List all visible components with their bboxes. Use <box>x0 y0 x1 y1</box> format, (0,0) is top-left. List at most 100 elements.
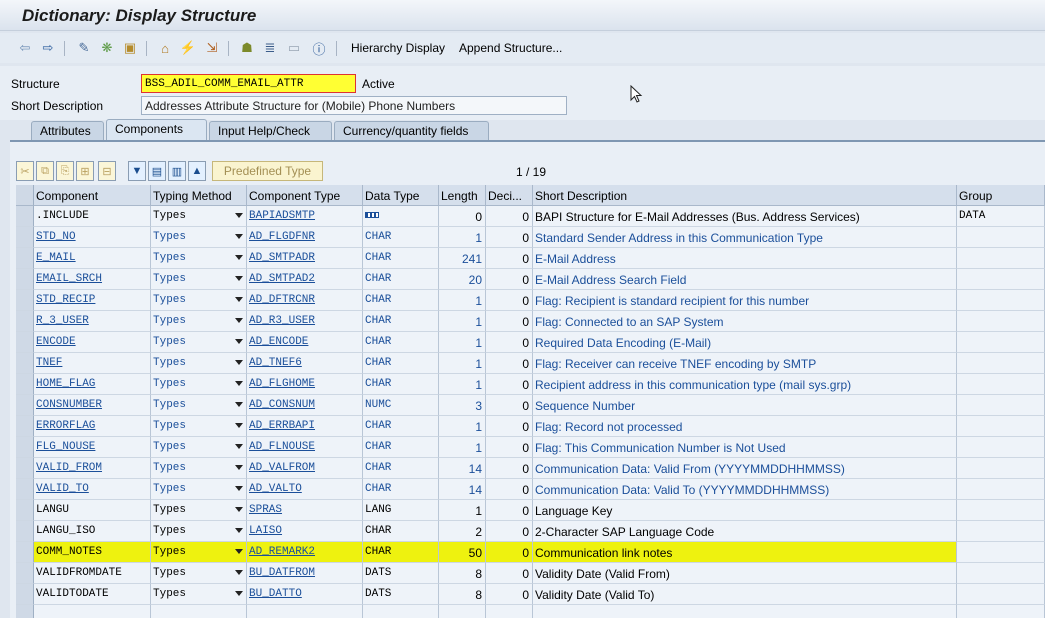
dropdown-arrow-icon[interactable] <box>235 423 243 428</box>
check-icon[interactable]: ❋ <box>99 40 115 56</box>
predefined-type-button[interactable]: Predefined Type <box>212 161 323 181</box>
component-type-cell[interactable]: BU_DATFROM <box>247 563 363 584</box>
component-type-cell[interactable]: AD_ENCODE <box>247 332 363 353</box>
dropdown-arrow-icon[interactable] <box>235 297 243 302</box>
component-cell[interactable]: STD_NO <box>34 227 151 248</box>
typing-method-cell[interactable]: Types <box>151 248 247 269</box>
row-selector[interactable] <box>16 500 34 521</box>
page-up-icon[interactable]: ▥ <box>168 161 186 181</box>
column-header[interactable]: Short Description <box>533 185 957 206</box>
column-header[interactable]: Component Type <box>247 185 363 206</box>
dropdown-arrow-icon[interactable] <box>235 276 243 281</box>
dropdown-arrow-icon[interactable] <box>235 213 243 218</box>
typing-method-cell[interactable]: Types <box>151 227 247 248</box>
column-header[interactable]: Deci... <box>486 185 533 206</box>
typing-method-cell[interactable]: Types <box>151 542 247 563</box>
dropdown-arrow-icon[interactable] <box>235 528 243 533</box>
delete-row-icon[interactable]: ⊟ <box>98 161 116 181</box>
column-header[interactable]: Data Type <box>363 185 439 206</box>
short-description-field[interactable]: Addresses Attribute Structure for (Mobil… <box>141 96 567 115</box>
append-structure-button[interactable]: Append Structure... <box>459 41 562 55</box>
navigate-icon[interactable]: ⇲ <box>204 40 220 56</box>
activate-icon[interactable]: ▣ <box>122 40 138 56</box>
component-cell[interactable]: COMM_NOTES <box>34 542 151 563</box>
row-selector[interactable] <box>16 458 34 479</box>
component-cell[interactable]: LANGU_ISO <box>34 521 151 542</box>
component-cell[interactable]: EMAIL_SRCH <box>34 269 151 290</box>
typing-method-cell[interactable]: Types <box>151 500 247 521</box>
structure-field[interactable]: BSS_ADIL_COMM_EMAIL_ATTR <box>141 74 356 93</box>
component-cell[interactable]: HOME_FLAG <box>34 374 151 395</box>
component-cell[interactable]: LANGU <box>34 500 151 521</box>
row-selector[interactable] <box>16 227 34 248</box>
row-selector[interactable] <box>16 521 34 542</box>
select-all-cell[interactable] <box>16 185 34 206</box>
row-selector[interactable] <box>16 605 34 618</box>
row-selector[interactable] <box>16 584 34 605</box>
scroll-down-icon[interactable]: ▼ <box>128 161 146 181</box>
component-type-cell[interactable]: AD_TNEF6 <box>247 353 363 374</box>
technical-settings-icon[interactable]: ≣ <box>262 40 278 56</box>
insert-row-icon[interactable]: ⊞ <box>76 161 94 181</box>
row-selector[interactable] <box>16 374 34 395</box>
back-arrow-icon[interactable]: ⇦ <box>17 40 33 56</box>
component-type-cell[interactable]: AD_R3_USER <box>247 311 363 332</box>
tab-currency-quantity-fields[interactable]: Currency/quantity fields <box>334 121 489 140</box>
row-selector[interactable] <box>16 311 34 332</box>
row-selector[interactable] <box>16 332 34 353</box>
tab-attributes[interactable]: Attributes <box>31 121 104 140</box>
dropdown-arrow-icon[interactable] <box>235 570 243 575</box>
component-type-cell[interactable]: AD_DFTRCNR <box>247 290 363 311</box>
display-change-icon[interactable]: ✎ <box>76 40 92 56</box>
component-cell[interactable]: TNEF <box>34 353 151 374</box>
row-selector[interactable] <box>16 479 34 500</box>
column-header[interactable]: Component <box>34 185 151 206</box>
where-used-icon[interactable]: ⌂ <box>157 40 173 56</box>
copy-icon[interactable]: ⧉ <box>36 161 54 181</box>
typing-method-cell[interactable]: Types <box>151 437 247 458</box>
component-cell[interactable]: FLG_NOUSE <box>34 437 151 458</box>
typing-method-cell[interactable]: Types <box>151 353 247 374</box>
typing-method-cell[interactable]: Types <box>151 584 247 605</box>
typing-method-cell[interactable]: Types <box>151 374 247 395</box>
component-type-cell[interactable]: AD_FLGHOME <box>247 374 363 395</box>
paste-icon[interactable]: ⎘ <box>56 161 74 181</box>
typing-method-cell[interactable]: Types <box>151 395 247 416</box>
component-cell[interactable]: .INCLUDE <box>34 206 151 227</box>
component-type-cell[interactable] <box>247 605 363 618</box>
typing-method-cell[interactable]: Types <box>151 206 247 227</box>
row-selector[interactable] <box>16 269 34 290</box>
dropdown-arrow-icon[interactable] <box>235 318 243 323</box>
typing-method-cell[interactable]: Types <box>151 416 247 437</box>
dropdown-arrow-icon[interactable] <box>235 549 243 554</box>
info-icon[interactable]: ⓘ <box>311 40 327 57</box>
row-selector[interactable] <box>16 353 34 374</box>
component-type-cell[interactable]: AD_FLGDFNR <box>247 227 363 248</box>
component-type-cell[interactable]: AD_SMTPADR <box>247 248 363 269</box>
component-type-cell[interactable]: AD_VALFROM <box>247 458 363 479</box>
typing-method-cell[interactable]: Types <box>151 332 247 353</box>
row-selector[interactable] <box>16 437 34 458</box>
component-cell[interactable]: R_3_USER <box>34 311 151 332</box>
row-selector[interactable] <box>16 416 34 437</box>
dropdown-arrow-icon[interactable] <box>235 339 243 344</box>
dropdown-arrow-icon[interactable] <box>235 381 243 386</box>
component-cell[interactable]: VALID_TO <box>34 479 151 500</box>
component-cell[interactable]: E_MAIL <box>34 248 151 269</box>
dropdown-arrow-icon[interactable] <box>235 465 243 470</box>
object-list-icon[interactable]: ☗ <box>239 40 255 56</box>
cut-icon[interactable]: ✂ <box>16 161 34 181</box>
component-cell[interactable]: ERRORFLAG <box>34 416 151 437</box>
typing-method-cell[interactable]: Types <box>151 458 247 479</box>
component-cell[interactable]: CONSNUMBER <box>34 395 151 416</box>
display-object-icon[interactable]: ▭ <box>286 40 302 56</box>
tab-components[interactable]: Components <box>106 119 207 140</box>
dropdown-arrow-icon[interactable] <box>235 360 243 365</box>
component-cell[interactable]: ENCODE <box>34 332 151 353</box>
typing-method-cell[interactable]: Types <box>151 563 247 584</box>
typing-method-cell[interactable]: Types <box>151 479 247 500</box>
tab-input-help-check[interactable]: Input Help/Check <box>209 121 332 140</box>
component-type-cell[interactable]: AD_REMARK2 <box>247 542 363 563</box>
row-selector[interactable] <box>16 290 34 311</box>
component-type-cell[interactable]: BAPIADSMTP <box>247 206 363 227</box>
